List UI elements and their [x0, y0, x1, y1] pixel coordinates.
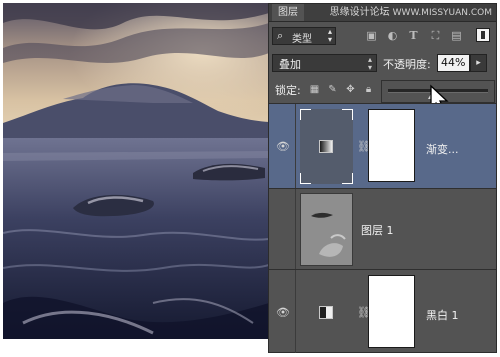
chain-link-icon[interactable]: ⛓︎: [357, 307, 371, 319]
panel-title-bar: 图层 思缘设计论坛 WWW.MISSYUAN.COM: [269, 4, 496, 22]
filter-kind-select[interactable]: ⌕ 类型 ▴ ▾: [272, 27, 336, 45]
opacity-label: 不透明度:: [383, 58, 431, 71]
filter-kind-label: 类型: [292, 34, 312, 45]
layer-name[interactable]: 黑白 1: [426, 307, 459, 323]
smart-object-filter-icon[interactable]: ▤: [450, 29, 463, 42]
layer-filter-row: ⌕ 类型 ▴ ▾ ▣ ◐ T ⛶ ▤: [269, 24, 496, 49]
eye-visibility-icon[interactable]: 👁︎: [276, 141, 290, 152]
search-icon: ⌕: [277, 29, 284, 42]
layer-divider: [295, 189, 296, 269]
lock-label: 锁定:: [275, 84, 301, 97]
blend-mode-select[interactable]: 叠加 ▴ ▾: [272, 54, 377, 72]
chevron-updown-icon: ▴ ▾: [327, 27, 332, 44]
lock-pixels-icon[interactable]: ✎: [327, 84, 338, 95]
layer-row-pixel[interactable]: 图层 1: [269, 188, 496, 269]
watermark-text: 思缘设计论坛: [329, 7, 390, 18]
layer-row-black-white[interactable]: 👁︎ ⛓︎ 黑白 1: [269, 269, 496, 353]
layer-divider: [295, 104, 296, 188]
opacity-input[interactable]: 44%: [437, 54, 470, 72]
layer-mask-thumbnail[interactable]: [368, 109, 415, 182]
layer-row-gradient-map[interactable]: 👁︎ ⛓︎ 渐变...: [269, 103, 496, 188]
watermark: 思缘设计论坛 WWW.MISSYUAN.COM: [330, 5, 492, 21]
lock-position-icon[interactable]: ✥: [345, 84, 356, 95]
image-filter-icon[interactable]: ▣: [365, 29, 378, 42]
layer-name[interactable]: 图层 1: [361, 222, 394, 238]
document-canvas-photo: [3, 3, 269, 339]
opacity-dropdown-button[interactable]: ▸: [470, 54, 487, 72]
layers-list: 👁︎ ⛓︎ 渐变... 图层 1 👁︎ ⛓︎ 黑白 1: [269, 103, 496, 353]
adjustment-filter-icon[interactable]: ◐: [386, 29, 399, 42]
tab-layers[interactable]: 图层: [272, 4, 304, 21]
lock-all-icon[interactable]: 🔒︎: [363, 84, 374, 95]
layer-name[interactable]: 渐变...: [426, 141, 459, 157]
eye-visibility-icon[interactable]: 👁︎: [276, 307, 290, 318]
adjustment-thumbnail[interactable]: [300, 109, 353, 184]
layer-mask-thumbnail[interactable]: [368, 275, 415, 348]
chevron-updown-icon: ▴ ▾: [367, 55, 372, 72]
shape-filter-icon[interactable]: ⛶: [429, 29, 442, 42]
layer-divider: [295, 270, 296, 353]
lock-transparent-icon[interactable]: ▦: [309, 84, 320, 95]
blend-opacity-row: 叠加 ▴ ▾ 不透明度: 44% ▸: [269, 51, 496, 75]
watermark-url: WWW.MISSYUAN.COM: [392, 8, 492, 18]
gradient-map-icon: [319, 140, 333, 153]
chain-link-icon[interactable]: ⛓︎: [357, 141, 371, 153]
pixel-layer-thumbnail[interactable]: [300, 193, 353, 266]
layers-panel: 图层 思缘设计论坛 WWW.MISSYUAN.COM ⌕ 类型 ▴ ▾ ▣ ◐ T …: [268, 3, 497, 353]
adjustment-thumbnail[interactable]: [300, 275, 353, 350]
type-filter-icon[interactable]: T: [407, 29, 420, 42]
filter-toggle[interactable]: [476, 28, 490, 42]
landscape-image: [3, 3, 269, 339]
black-white-icon: [319, 306, 333, 319]
blend-mode-value: 叠加: [279, 58, 301, 71]
